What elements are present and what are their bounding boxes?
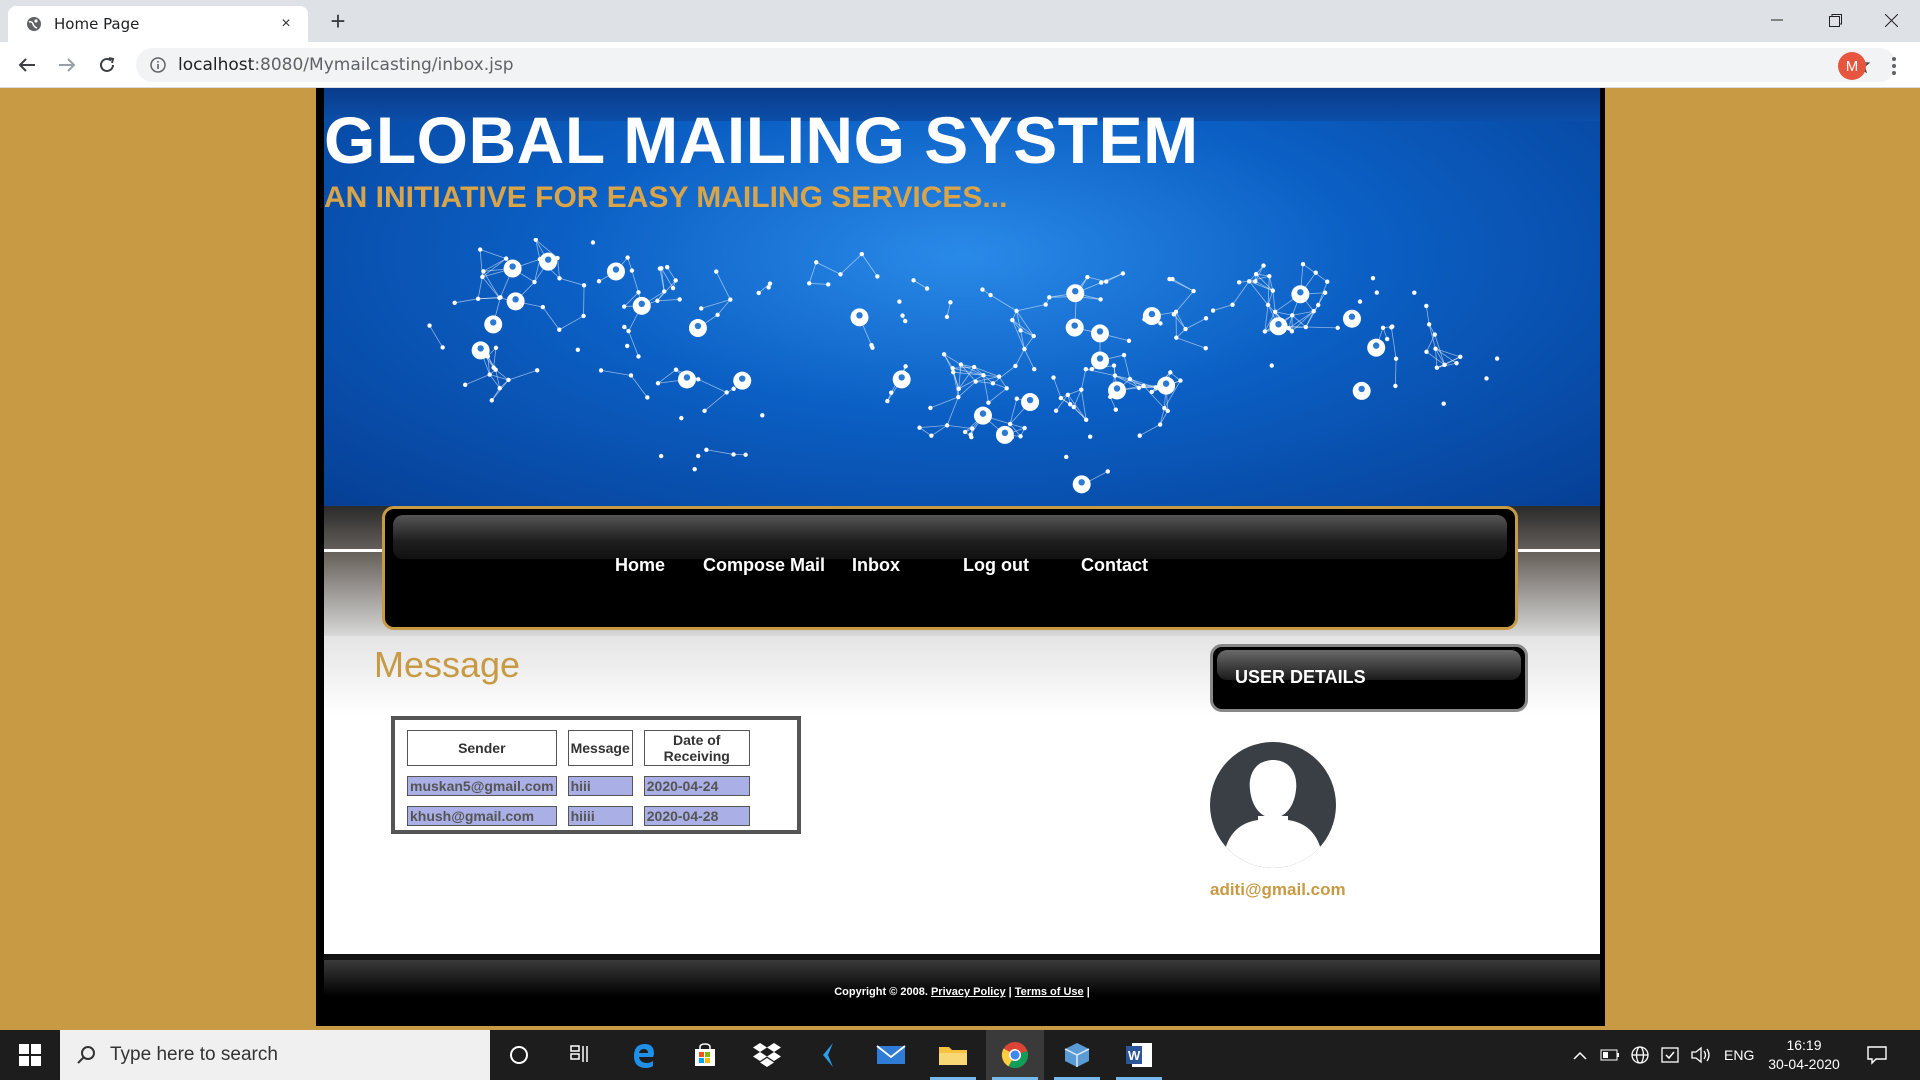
globe-icon [27,17,41,31]
edge-icon[interactable] [614,1030,672,1080]
store-icon[interactable] [676,1030,734,1080]
chrome-icon[interactable] [986,1030,1044,1080]
nav-log-out[interactable]: Log out [963,555,1029,576]
cell-sender: khush@gmail.com [407,806,557,826]
minimize-icon[interactable] [1748,0,1806,40]
user-email: aditi@gmail.com [1210,880,1346,899]
cell-message: hiiii [567,806,633,826]
mail-icon[interactable] [862,1030,920,1080]
action-center-icon[interactable] [1866,1030,1888,1080]
column-header-message: Message [567,730,633,766]
nav-inbox[interactable]: Inbox [852,555,900,576]
close-window-icon[interactable] [1862,0,1920,40]
cortana-icon[interactable] [490,1030,548,1080]
message-heading: Message [374,644,521,685]
profile-avatar[interactable]: M [1838,52,1866,80]
tab-close-icon[interactable]: × [276,15,296,33]
back-arrow-icon[interactable] [12,50,42,80]
main-nav: Home Compose Mail Inbox Log out Contact [382,506,1518,630]
world-network-map-icon [427,238,1500,494]
address-toolbar: localhost:8080/Mymailcasting/inbox.jsp M [0,42,1920,88]
browser-tab-strip: Home Page × + [0,0,1920,42]
nav-compose-mail[interactable]: Compose Mail [703,555,825,576]
cell-message: hiii [567,776,633,796]
cell-date: 2020-04-28 [643,806,750,826]
user-avatar-icon [1210,742,1336,868]
taskbar-search[interactable]: Type here to search [60,1030,490,1080]
svg-text:W: W [1128,1048,1141,1063]
show-hidden-icons-icon[interactable] [1572,1030,1588,1080]
url-text: localhost:8080/Mymailcasting/inbox.jsp [178,55,514,75]
column-header-date: Date of Receiving [643,730,750,766]
messages-table: Sender Message Date of Receiving muskan5… [396,720,761,836]
privacy-policy-link[interactable]: Privacy Policy [931,986,1006,998]
terms-of-use-link[interactable]: Terms of Use [1015,986,1084,998]
site-title: GLOBAL MAILING SYSTEM [324,103,1199,177]
new-tab-button[interactable]: + [324,8,352,36]
nav-home[interactable]: Home [615,555,665,576]
reload-icon[interactable] [92,50,122,80]
nav-contact[interactable]: Contact [1081,555,1148,576]
forward-arrow-icon[interactable] [52,50,82,80]
messages-table-container: Sender Message Date of Receiving muskan5… [391,716,801,834]
security-icon[interactable] [1660,1030,1680,1080]
clock-date: 30-04-2020 [1768,1056,1840,1072]
volume-icon[interactable] [1690,1030,1712,1080]
cell-date: 2020-04-24 [643,776,750,796]
input-language[interactable]: ENG [1724,1030,1754,1080]
column-header-sender: Sender [407,730,557,766]
search-icon [77,1046,95,1064]
site-subtitle: AN INITIATIVE FOR EASY MAILING SERVICES.… [324,181,1008,214]
system-clock[interactable]: 16:19 30-04-2020 [1762,1036,1846,1074]
restore-icon[interactable] [1806,0,1864,40]
user-details-label: USER DETAILS [1235,667,1366,687]
browser-tab[interactable]: Home Page × [8,6,308,42]
clock-time: 16:19 [1786,1037,1822,1053]
task-view-icon[interactable] [550,1030,608,1080]
virtualbox-icon[interactable] [1048,1030,1106,1080]
table-row[interactable]: khush@gmail.com hiiii 2020-04-28 [407,806,750,826]
file-explorer-icon[interactable] [924,1030,982,1080]
footer: Copyright © 2008. Privacy Policy | Terms… [324,960,1600,1026]
page-content: GLOBAL MAILING SYSTEM AN INITIATIVE FOR … [324,88,1600,1026]
visual-studio-icon[interactable] [800,1030,858,1080]
address-bar[interactable]: localhost:8080/Mymailcasting/inbox.jsp [136,48,1896,82]
page-frame: GLOBAL MAILING SYSTEM AN INITIATIVE FOR … [316,88,1605,1026]
windows-taskbar: Type here to search W ENG 16:19 30-04-20… [0,1030,1920,1080]
cell-sender: muskan5@gmail.com [407,776,557,796]
table-row[interactable]: muskan5@gmail.com hiii 2020-04-24 [407,776,750,796]
network-globe-icon[interactable] [1630,1030,1650,1080]
battery-icon[interactable] [1600,1030,1620,1080]
footer-separator: | [1008,986,1012,998]
windows-start-icon[interactable] [0,1030,60,1080]
dropbox-icon[interactable] [738,1030,796,1080]
tab-title: Home Page [54,15,140,33]
search-placeholder: Type here to search [110,1044,278,1065]
footer-separator: | [1086,986,1090,998]
user-details-box: USER DETAILS [1210,644,1528,712]
info-icon[interactable] [150,57,166,73]
footer-copyright: Copyright © 2008. [834,986,928,998]
footer-text: Copyright © 2008. Privacy Policy | Terms… [324,986,1600,998]
table-header-row: Sender Message Date of Receiving [407,730,750,766]
menu-kebab-icon[interactable] [1884,52,1904,80]
header-banner: GLOBAL MAILING SYSTEM AN INITIATIVE FOR … [324,88,1600,506]
word-icon[interactable]: W [1110,1030,1168,1080]
